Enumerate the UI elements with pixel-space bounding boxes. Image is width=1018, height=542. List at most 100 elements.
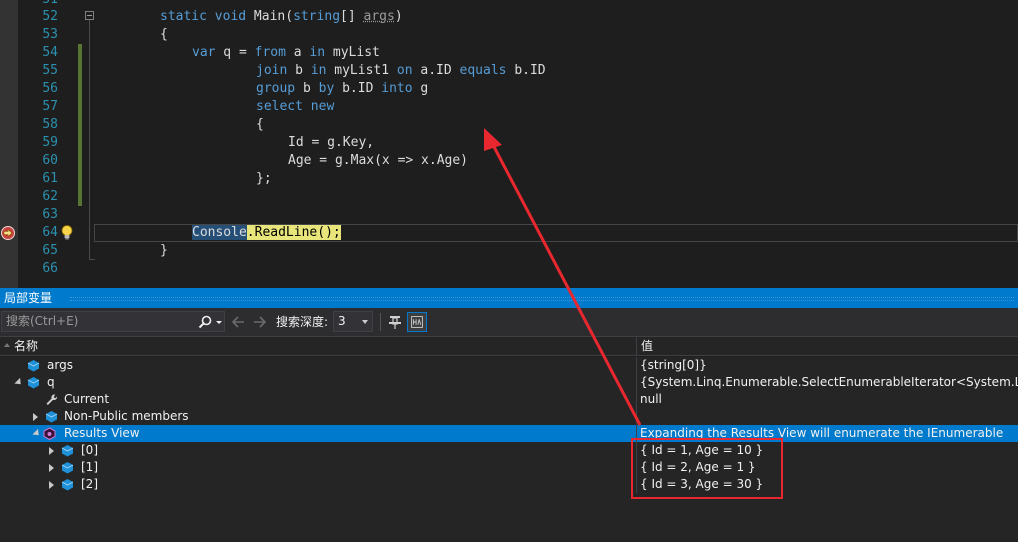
code-line-60: 60 Age = g.Max(x => x.Age): [0, 152, 1018, 170]
line-number: 53: [42, 27, 58, 42]
locals-row-item-0[interactable]: [0] { Id = 1, Age = 10 }: [0, 442, 1018, 459]
code-line-63: 63: [0, 206, 1018, 224]
expand-open-icon[interactable]: [32, 428, 42, 439]
line-number: 55: [42, 63, 58, 78]
locals-grid-empty-area: [0, 496, 1018, 542]
chevron-down-icon[interactable]: [214, 315, 224, 329]
locals-toolbar: 搜索(Ctrl+E) 搜索深度: 3: [0, 308, 1018, 336]
locals-row-item-2[interactable]: [2] { Id = 3, Age = 30 }: [0, 476, 1018, 493]
code-text: }: [160, 243, 168, 258]
code-line-65: 65 }: [0, 242, 1018, 260]
locals-column-header: 名称 值: [0, 336, 1018, 356]
search-depth-label: 搜索深度:: [276, 315, 329, 329]
line-number: 61: [42, 171, 58, 186]
code-text: {: [160, 27, 168, 42]
locals-window-title-bar[interactable]: 局部变量: [0, 288, 1018, 308]
code-editor[interactable]: 51 52 static void Main(string[] args) 53…: [0, 0, 1018, 288]
code-line-54: 54 var q = from a in myList: [0, 44, 1018, 62]
code-line-52: 52 static void Main(string[] args): [0, 8, 1018, 26]
column-header-name[interactable]: 名称: [14, 337, 38, 355]
column-header-value[interactable]: 值: [641, 337, 653, 355]
expand-closed-icon[interactable]: [49, 481, 54, 489]
search-placeholder: 搜索(Ctrl+E): [6, 314, 79, 328]
line-number: 63: [42, 207, 58, 222]
expand-open-icon[interactable]: [14, 377, 24, 388]
code-line-64: 64 Console.ReadLine();: [0, 224, 1018, 242]
code-text: static void Main(string[] args): [160, 9, 403, 24]
wrench-icon: [46, 394, 58, 405]
results-view-icon: [43, 427, 56, 440]
local-name: [1]: [81, 460, 98, 474]
code-text: Console.ReadLine();: [192, 225, 341, 240]
field-icon: [27, 377, 40, 389]
line-number: 62: [42, 189, 58, 204]
chevron-down-icon[interactable]: [362, 320, 368, 324]
locals-row-q[interactable]: q {System.Linq.Enumerable.SelectEnumerab…: [0, 374, 1018, 391]
expand-closed-icon[interactable]: [33, 413, 38, 421]
field-icon: [45, 411, 58, 423]
locals-row-item-1[interactable]: [1] { Id = 2, Age = 1 }: [0, 459, 1018, 476]
code-line-66: 66: [0, 260, 1018, 278]
local-name: Current: [64, 392, 110, 406]
search-icon[interactable]: [198, 315, 212, 329]
toolbar-separator: [380, 313, 381, 331]
code-text: select new: [256, 99, 335, 114]
line-number: 58: [42, 117, 58, 132]
code-text: {: [256, 117, 264, 132]
line-number: 64: [42, 225, 58, 240]
line-number: 59: [42, 135, 58, 150]
field-icon: [61, 462, 74, 474]
expand-closed-icon[interactable]: [49, 447, 54, 455]
code-line-55: 55 join b in myList1 on a.ID equals b.ID: [0, 62, 1018, 80]
search-depth-value: 3: [338, 314, 346, 328]
column-divider: [636, 357, 637, 374]
field-icon: [61, 479, 74, 491]
line-number: 52: [42, 9, 58, 24]
code-line-57: 57 select new: [0, 98, 1018, 116]
locals-row-results-view[interactable]: Results View Expanding the Results View …: [0, 425, 1018, 442]
code-text: Id = g.Key,: [288, 135, 375, 150]
code-text: join b in myList1 on a.ID equals b.ID: [256, 63, 546, 78]
local-value[interactable]: {string[0]}: [640, 357, 1018, 374]
field-icon: [61, 445, 74, 457]
locals-row-non-public-members[interactable]: Non-Public members: [0, 408, 1018, 425]
locals-grid: args {string[0]} q {System.Linq.Enumerab…: [0, 357, 1018, 542]
code-line-62: 62: [0, 188, 1018, 206]
pin-icon[interactable]: [386, 313, 404, 331]
line-number: 66: [42, 261, 58, 276]
code-line-59: 59 Id = g.Key,: [0, 134, 1018, 152]
local-name: [2]: [81, 477, 98, 491]
column-divider: [636, 408, 637, 425]
column-divider: [636, 391, 637, 408]
panel-title: 局部变量: [4, 291, 53, 305]
local-name: args: [47, 358, 73, 372]
local-name: Results View: [64, 426, 140, 440]
line-number: 54: [42, 45, 58, 60]
annotation-highlight-box: [631, 438, 783, 499]
search-depth-select[interactable]: 3: [333, 311, 373, 332]
expand-closed-icon[interactable]: [49, 464, 54, 472]
line-number: 60: [42, 153, 58, 168]
search-input[interactable]: 搜索(Ctrl+E): [1, 311, 225, 332]
sort-icon[interactable]: [4, 343, 10, 347]
locals-row-args[interactable]: args {string[0]}: [0, 357, 1018, 374]
local-value[interactable]: {System.Linq.Enumerable.SelectEnumerable…: [640, 374, 1018, 391]
local-name: [0]: [81, 443, 98, 457]
hex-display-icon[interactable]: [407, 312, 427, 332]
code-line-53: 53 {: [0, 26, 1018, 44]
code-text: var q = from a in myList: [192, 45, 380, 60]
line-number: 57: [42, 99, 58, 114]
title-bar-grip: [70, 297, 1014, 301]
code-text: };: [256, 171, 272, 186]
field-icon: [27, 360, 40, 372]
back-arrow-icon[interactable]: [230, 313, 246, 331]
line-number: 56: [42, 81, 58, 96]
locals-row-current[interactable]: Current null: [0, 391, 1018, 408]
local-value[interactable]: null: [640, 391, 1018, 408]
column-splitter[interactable]: [636, 337, 637, 355]
code-text: Age = g.Max(x => x.Age): [288, 153, 469, 168]
code-line-58: 58 {: [0, 116, 1018, 134]
code-line-61: 61 };: [0, 170, 1018, 188]
forward-arrow-icon[interactable]: [252, 313, 268, 331]
local-name: q: [47, 375, 55, 389]
